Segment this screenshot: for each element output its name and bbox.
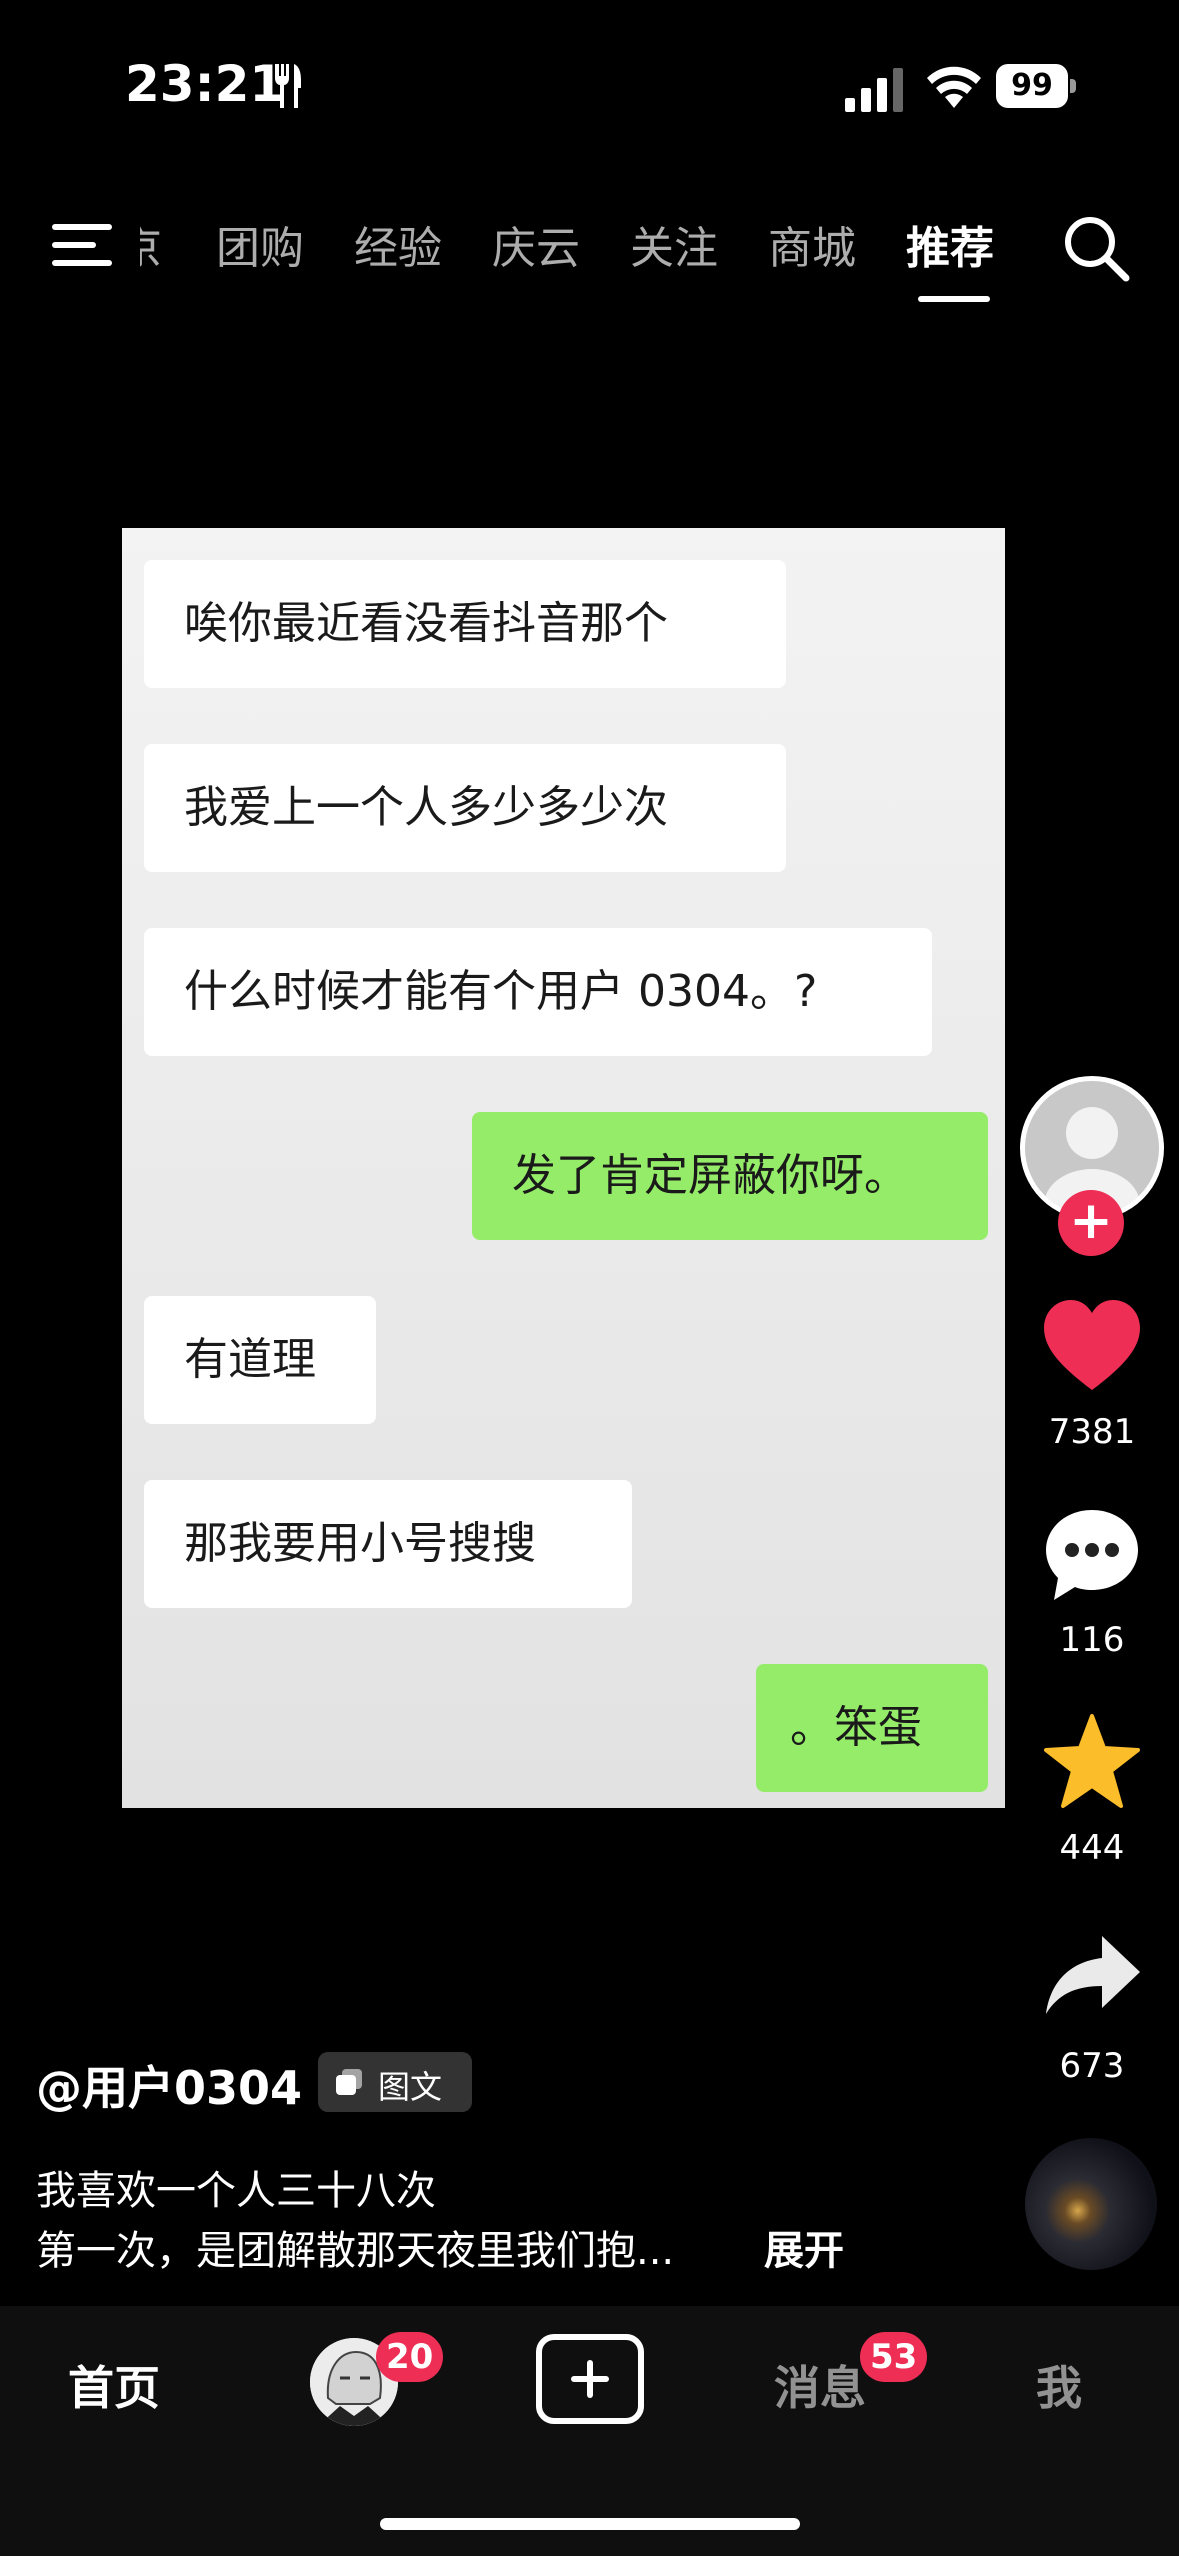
tab-recommended[interactable]: 推荐: [906, 212, 994, 276]
chat-bubble-outgoing: 。笨蛋: [756, 1664, 988, 1792]
tab-following[interactable]: 关注: [630, 212, 718, 276]
friends-badge: 20: [376, 2332, 444, 2382]
tab-home[interactable]: 首页: [68, 2352, 160, 2418]
fork-knife-icon: [275, 64, 301, 108]
follow-button[interactable]: +: [1058, 1190, 1124, 1256]
tab-me[interactable]: 我: [1036, 2352, 1082, 2418]
signal-icon: [845, 68, 903, 112]
caption-line-2: 第一次，是团解散那天夜里我们抱...: [36, 2228, 675, 2274]
tab-messages[interactable]: 消息: [774, 2352, 866, 2418]
status-time: 23:21: [125, 55, 285, 113]
chat-bubble-incoming: 什么时候才能有个用户 0304。?: [144, 928, 932, 1056]
like-count: 7381: [1048, 1412, 1136, 1452]
post-type-label: 图文: [378, 2068, 443, 2106]
menu-icon[interactable]: [52, 222, 114, 268]
tab-mall[interactable]: 商城: [768, 212, 856, 276]
wifi-icon: [927, 66, 981, 108]
tab-city[interactable]: 庆云: [492, 212, 580, 276]
chat-bubble-incoming: 有道理: [144, 1296, 376, 1424]
tab-partial[interactable]: 京: [140, 208, 180, 274]
tab-partial-label: 京: [140, 212, 162, 274]
chat-bubble-incoming: 那我要用小号搜搜: [144, 1480, 632, 1608]
star-icon[interactable]: [1040, 1712, 1144, 1812]
home-indicator[interactable]: [380, 2518, 800, 2530]
tab-group-buy[interactable]: 团购: [216, 212, 304, 276]
tab-experience[interactable]: 经验: [354, 212, 442, 276]
comment-icon[interactable]: [1040, 1504, 1144, 1604]
heart-icon[interactable]: [1040, 1296, 1144, 1396]
chat-screenshot-image: 唉你最近看没看抖音那个 我爱上一个人多少多少次 什么时候才能有个用户 0304。…: [122, 528, 1005, 1808]
post-type-badge: 图文: [318, 2052, 472, 2112]
comment-count: 116: [1059, 1620, 1125, 1660]
chat-bubble-outgoing: 发了肯定屏蔽你呀。: [472, 1112, 988, 1240]
images-icon: [336, 2069, 362, 2095]
favorite-count: 444: [1059, 1828, 1125, 1868]
share-icon[interactable]: [1040, 1928, 1144, 2028]
create-button[interactable]: [536, 2334, 644, 2424]
search-icon[interactable]: [1062, 214, 1130, 282]
battery-level: 99: [996, 64, 1068, 108]
active-tab-indicator: [918, 296, 990, 302]
messages-badge: 53: [860, 2332, 928, 2382]
expand-button[interactable]: 展开: [764, 2218, 844, 2276]
chat-bubble-incoming: 我爱上一个人多少多少次: [144, 744, 786, 872]
caption-line-1: 我喜欢一个人三十八次: [36, 2168, 436, 2214]
music-disc[interactable]: [1025, 2138, 1157, 2270]
battery-icon: 99: [996, 64, 1076, 108]
author-name[interactable]: @用户0304: [36, 2052, 302, 2118]
plus-icon: [571, 2360, 609, 2398]
chat-bubble-incoming: 唉你最近看没看抖音那个: [144, 560, 786, 688]
share-count: 673: [1059, 2046, 1125, 2086]
